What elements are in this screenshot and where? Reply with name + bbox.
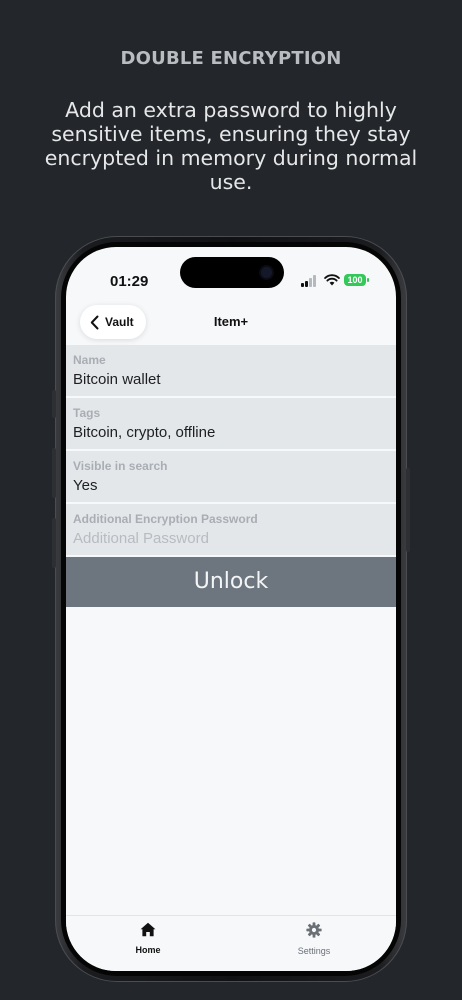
visible-in-search-label: Visible in search: [73, 459, 168, 473]
additional-password-field[interactable]: Additional Encryption Password Additiona…: [66, 504, 396, 557]
tab-home-label: Home: [135, 945, 161, 955]
gear-icon: [306, 922, 322, 938]
action-button: [52, 390, 56, 418]
promo-headline: DOUBLE ENCRYPTION: [120, 48, 342, 69]
phone-frame: 01:29 100 Vault Item+ Name Bitcoin walle…: [52, 236, 410, 982]
tab-bar: Home Settings: [66, 915, 396, 971]
promo-subtext: Add an extra password to highly sensitiv…: [44, 98, 418, 194]
additional-password-input[interactable]: Additional Password: [73, 530, 209, 547]
navigation-bar: Vault Item+: [66, 301, 396, 345]
power-button: [406, 468, 410, 552]
app-screen: 01:29 100 Vault Item+ Name Bitcoin walle…: [66, 247, 396, 971]
name-field-label: Name: [73, 353, 106, 367]
status-bar: 01:29 100: [66, 247, 396, 301]
wifi-icon: [324, 274, 340, 286]
status-time: 01:29: [110, 273, 149, 290]
additional-password-label: Additional Encryption Password: [73, 512, 258, 526]
tags-field[interactable]: Tags Bitcoin, crypto, offline: [66, 398, 396, 451]
tab-home[interactable]: Home: [108, 922, 188, 955]
visible-in-search-value[interactable]: Yes: [73, 477, 97, 494]
page-title: Item+: [213, 314, 249, 329]
name-field-value[interactable]: Bitcoin wallet: [73, 371, 161, 388]
item-form: Name Bitcoin wallet Tags Bitcoin, crypto…: [66, 345, 396, 607]
home-icon: [140, 922, 156, 937]
battery-icon: 100: [344, 274, 366, 286]
tab-settings[interactable]: Settings: [274, 922, 354, 956]
volume-down-button: [52, 518, 56, 568]
tab-settings-label: Settings: [297, 946, 331, 956]
name-field[interactable]: Name Bitcoin wallet: [66, 345, 396, 398]
unlock-button[interactable]: Unlock: [66, 557, 396, 607]
cellular-signal-icon: [301, 275, 319, 287]
volume-up-button: [52, 448, 56, 498]
visible-in-search-field[interactable]: Visible in search Yes: [66, 451, 396, 504]
tags-field-value[interactable]: Bitcoin, crypto, offline: [73, 424, 215, 441]
battery-tip: [367, 278, 369, 282]
dynamic-island: [180, 257, 284, 288]
camera-icon: [261, 267, 272, 278]
tags-field-label: Tags: [73, 406, 101, 420]
